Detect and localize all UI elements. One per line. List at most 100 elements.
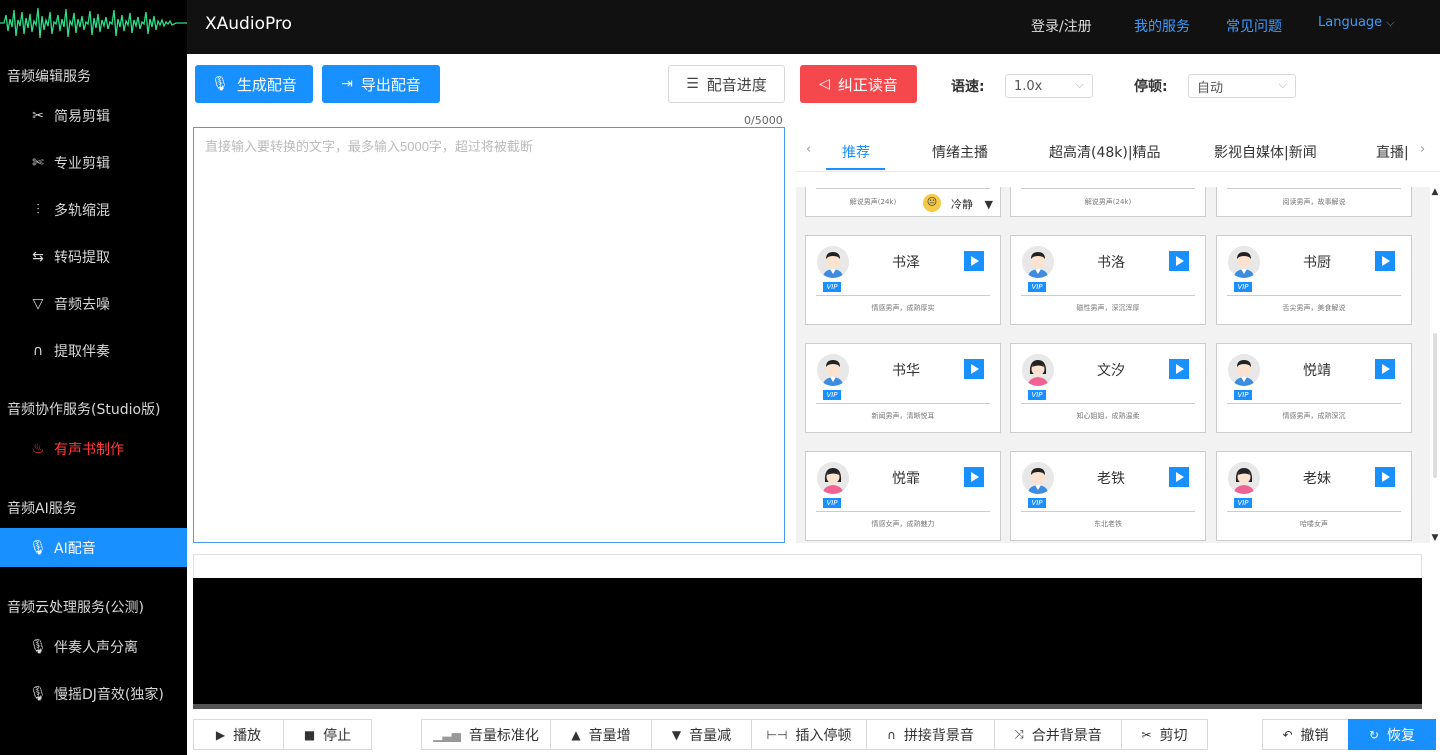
sidebar-item-transcode[interactable]: ⇆ 转码提取 <box>0 237 187 276</box>
waveform-canvas[interactable] <box>193 578 1422 704</box>
undo-button[interactable]: ↶ 撤销 <box>1262 719 1349 750</box>
shuffle-icon: ⤨ <box>1014 727 1024 741</box>
sidebar-section-ai: 音频AI服务 <box>7 501 77 517</box>
volume-down-button[interactable]: ▼ 音量减 <box>651 719 752 750</box>
normalize-volume-button[interactable]: ▁▃▅ 音量标准化 <box>421 719 551 750</box>
correct-pronunciation-button[interactable]: ◁ 纠正读音 <box>800 65 917 103</box>
tab-prev-arrow[interactable]: ‹ <box>806 142 811 157</box>
play-icon[interactable] <box>964 251 984 271</box>
sidebar-item-denoise[interactable]: ▽ 音频去噪 <box>0 284 187 323</box>
speed-select[interactable]: 1.0x ⌵ <box>1005 74 1093 98</box>
headphones-icon: ∩ <box>887 727 896 742</box>
play-icon[interactable] <box>964 359 984 379</box>
voice-card[interactable]: 阅读男声，故事解说 <box>1216 187 1412 217</box>
microphone-icon: 🎙︎ <box>29 685 47 702</box>
microphone-icon: 🎙︎ <box>211 76 229 92</box>
stop-button[interactable]: ■ 停止 <box>283 719 372 750</box>
waveform-scrollbar[interactable] <box>193 704 1422 709</box>
redo-label: 恢复 <box>1387 727 1416 744</box>
play-label: 播放 <box>233 727 262 744</box>
merge-background-button[interactable]: ⤨ 合并背景音 <box>994 719 1122 750</box>
insert-pause-button[interactable]: ⊢⊣ 插入停顿 <box>751 719 867 750</box>
female-avatar-icon <box>817 462 849 494</box>
text-input[interactable] <box>193 127 785 543</box>
sidebar-item-audiobook[interactable]: ♨ 有声书制作 <box>0 429 187 468</box>
cut-label: 剪切 <box>1159 727 1188 744</box>
cut-button[interactable]: ✂ 剪切 <box>1121 719 1208 750</box>
voice-desc: 情感男声，成熟厚实 <box>871 304 935 312</box>
faq-link[interactable]: 常见问题 <box>1226 16 1282 36</box>
stop-icon: ■ <box>303 727 316 742</box>
splice-background-button[interactable]: ∩ 拼接背景音 <box>866 719 995 750</box>
undo-icon: ↶ <box>1282 727 1293 742</box>
pause-select[interactable]: 自动 ⌵ <box>1188 74 1296 98</box>
play-icon[interactable] <box>1375 251 1395 271</box>
voice-card[interactable]: VIP 老妹 哈喽女声 <box>1216 451 1412 541</box>
sidebar-item-multitrack[interactable]: ⫶ 多轨缩混 <box>0 190 187 229</box>
play-icon[interactable] <box>1375 467 1395 487</box>
voice-name: 书华 <box>892 363 920 379</box>
sidebar-item-label: 伴奏人声分离 <box>54 639 138 656</box>
voice-card[interactable]: 解说男声(24k) <box>1010 187 1206 217</box>
play-icon: ▶ <box>215 727 226 742</box>
sidebar-item-vocal-separation[interactable]: 🎙︎ 伴奏人声分离 <box>0 627 187 666</box>
voice-card[interactable]: VIP 书厨 舌尖男声，美食解说 <box>1216 235 1412 325</box>
my-service-link[interactable]: 我的服务 <box>1134 16 1190 36</box>
male-avatar-icon <box>1228 354 1260 386</box>
vip-badge: VIP <box>1028 282 1046 292</box>
voice-name: 悦靖 <box>1303 363 1331 379</box>
generate-dubbing-button[interactable]: 🎙︎ 生成配音 <box>195 65 313 103</box>
sidebar-section-studio: 音频协作服务(Studio版) <box>7 402 161 418</box>
export-dubbing-button[interactable]: ⇥ 导出配音 <box>322 65 440 103</box>
voice-desc: 舌尖男声，美食解说 <box>1282 304 1346 312</box>
tab-recommended[interactable]: 推荐 <box>842 142 870 162</box>
scroll-thumb[interactable] <box>1433 333 1437 478</box>
sidebar-item-simple-edit[interactable]: ✂ 简易剪辑 <box>0 96 187 135</box>
sidebar-item-accompaniment[interactable]: ∩ 提取伴奏 <box>0 331 187 370</box>
voice-card[interactable]: VIP 悦靖 情感男声，成熟深沉 <box>1216 343 1412 433</box>
voice-name: 书厨 <box>1303 255 1331 271</box>
male-avatar-icon <box>817 246 849 278</box>
tab-live[interactable]: 直播| <box>1376 142 1409 162</box>
dubbing-progress-button[interactable]: ☰ 配音进度 <box>668 65 785 103</box>
volume-up-button[interactable]: ▲ 音量增 <box>550 719 652 750</box>
login-link[interactable]: 登录/注册 <box>1031 16 1092 36</box>
voice-desc: 阅读男声，故事解说 <box>1282 198 1346 206</box>
caret-up-icon: ▲ <box>571 727 581 742</box>
play-icon[interactable] <box>1375 359 1395 379</box>
sidebar-item-ai-dubbing[interactable]: 🎙︎ AI配音 <box>0 528 187 567</box>
splice-background-label: 拼接背景音 <box>903 727 974 744</box>
voice-desc: 哈喽女声 <box>1300 520 1328 528</box>
scroll-down-arrow-icon[interactable]: ▼ <box>1430 533 1440 543</box>
tab-film-media-news[interactable]: 影视自媒体|新闻 <box>1214 142 1317 162</box>
scroll-up-arrow-icon[interactable]: ▲ <box>1430 187 1440 197</box>
voice-card[interactable]: VIP 书洛 磁性男声，深沉浑厚 <box>1010 235 1206 325</box>
voice-name: 书泽 <box>892 255 920 271</box>
voice-card[interactable]: VIP 文汐 知心姐姐，成熟温柔 <box>1010 343 1206 433</box>
voice-card[interactable]: VIP 老铁 东北老铁 <box>1010 451 1206 541</box>
sidebar-item-pro-edit[interactable]: ✄ 专业剪辑 <box>0 143 187 182</box>
sidebar-item-dj-effect[interactable]: 🎙︎ 慢摇DJ音效(独家) <box>0 674 187 713</box>
play-icon[interactable] <box>1169 359 1189 379</box>
sidebar-item-label: 有声书制作 <box>54 441 124 458</box>
scissors-icon: ✂ <box>1141 727 1152 742</box>
redo-button[interactable]: ↻ 恢复 <box>1348 719 1436 750</box>
voice-card[interactable]: VIP 书华 新闻男声，清晰悦耳 <box>805 343 1001 433</box>
voice-card[interactable]: VIP 悦霏 情感女声，成熟魅力 <box>805 451 1001 541</box>
voice-name: 书洛 <box>1097 255 1125 271</box>
male-avatar-icon <box>1022 462 1054 494</box>
play-button[interactable]: ▶ 播放 <box>193 719 284 750</box>
play-icon[interactable] <box>964 467 984 487</box>
tab-emotion-anchor[interactable]: 情绪主播 <box>932 142 988 162</box>
tab-ultra-hd[interactable]: 超高清(48k)|精品 <box>1049 142 1161 162</box>
play-icon[interactable] <box>1169 251 1189 271</box>
sidebar-section-edit: 音频编辑服务 <box>7 69 91 85</box>
language-dropdown[interactable]: Language ⌵ <box>1318 15 1395 30</box>
play-icon[interactable] <box>1169 467 1189 487</box>
voice-card[interactable]: 解说男声(24k) 😐 冷静 ▼ <box>805 187 1001 217</box>
mood-select[interactable]: 冷静 ▼ <box>951 196 993 212</box>
vip-badge: VIP <box>1028 390 1046 400</box>
voice-list-scrollbar[interactable]: ▲ ▼ <box>1430 187 1440 543</box>
tab-next-arrow[interactable]: › <box>1420 142 1425 157</box>
voice-card[interactable]: VIP 书泽 情感男声，成熟厚实 <box>805 235 1001 325</box>
